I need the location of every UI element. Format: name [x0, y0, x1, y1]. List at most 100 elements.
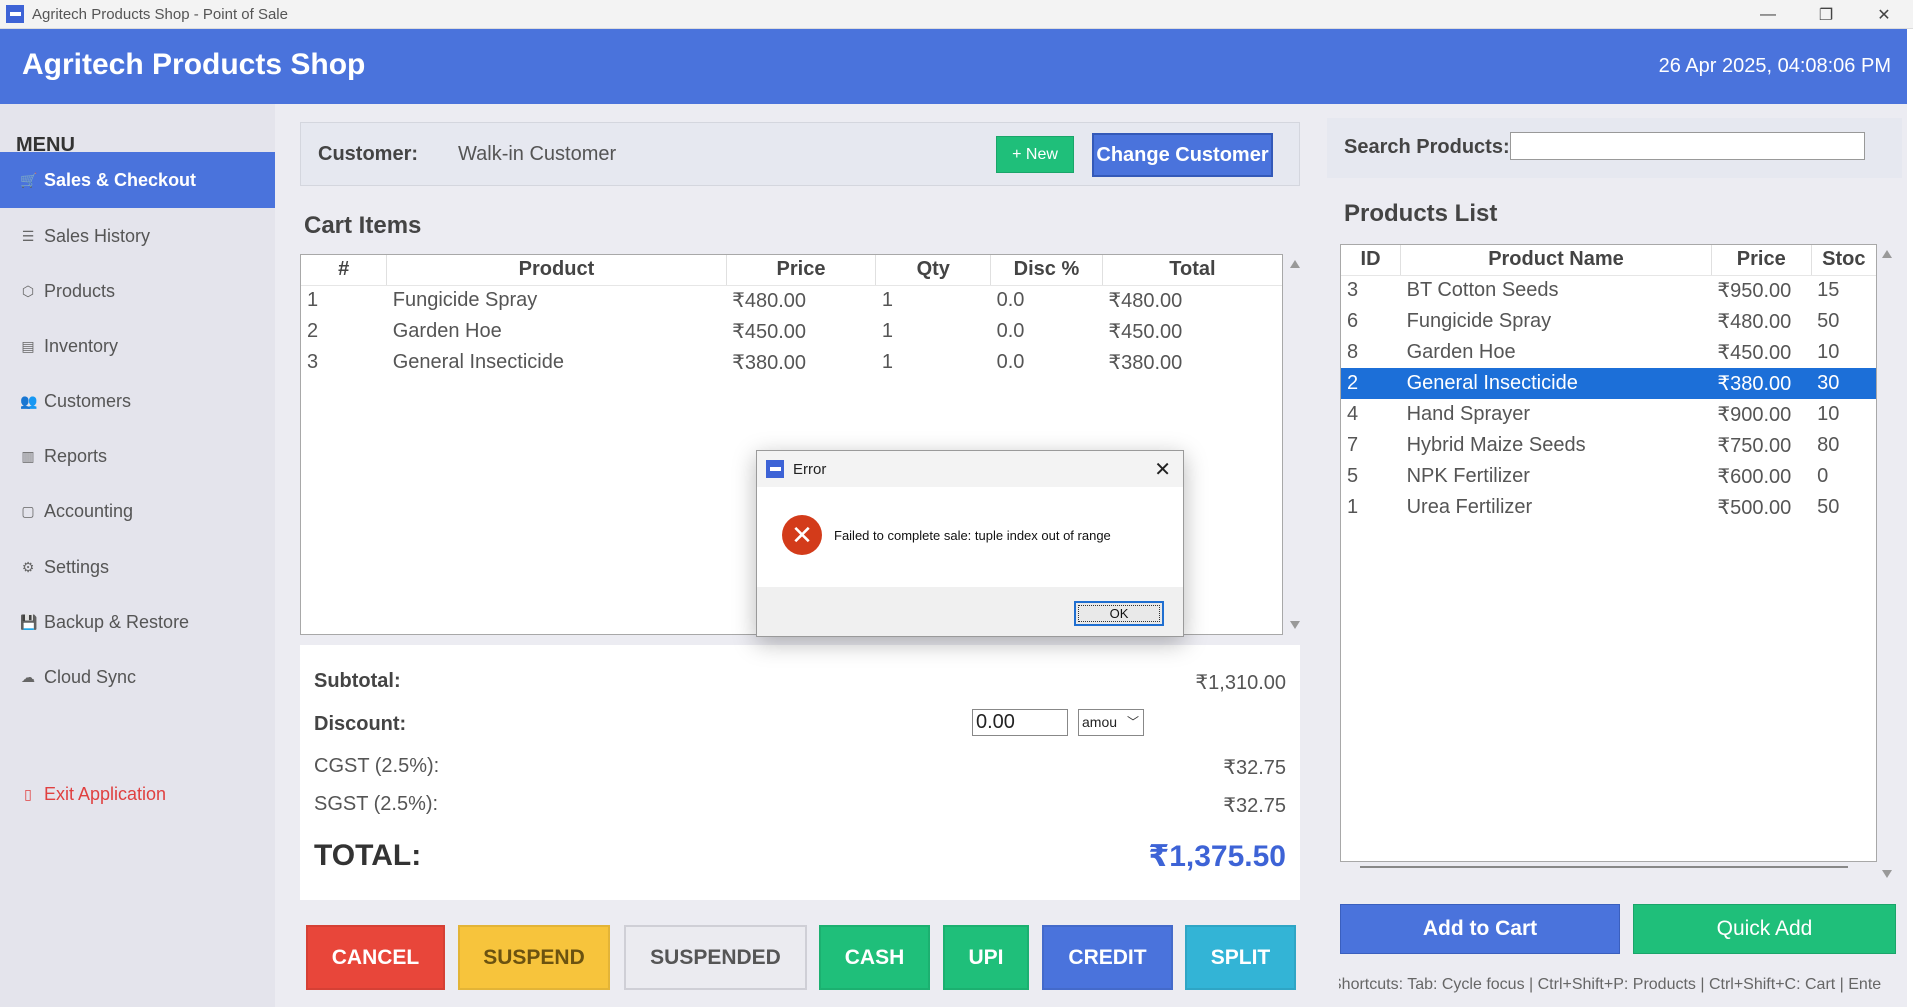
table-cell: ₹480.00	[1108, 290, 1183, 313]
cancel-button[interactable]: CANCEL	[306, 925, 445, 990]
sidebar-item-customers[interactable]: 👥 Customers	[0, 373, 275, 429]
table-cell: ₹380.00	[1108, 352, 1183, 374]
column-header[interactable]: Price	[1711, 245, 1812, 276]
column-header[interactable]: Price	[726, 255, 877, 286]
table-row[interactable]: 2 Garden Hoe ₹450.00 1 0.0 ₹450.00	[301, 316, 1282, 347]
sidebar-item-cloud-sync[interactable]: ☁ Cloud Sync	[0, 649, 275, 705]
table-cell: 4	[1347, 403, 1359, 425]
gear-icon: ⚙	[21, 558, 35, 575]
table-row[interactable]: 1 Fungicide Spray ₹480.00 1 0.0 ₹480.00	[301, 285, 1282, 316]
column-header[interactable]: Product	[386, 255, 727, 286]
table-row[interactable]: 3 BT Cotton Seeds ₹950.00 15	[1341, 275, 1876, 306]
package-icon: ⬡	[21, 282, 35, 299]
column-header[interactable]: #	[301, 255, 388, 286]
sidebar-item-inventory[interactable]: ▤ Inventory	[0, 318, 275, 374]
sidebar-item-backup-restore[interactable]: 💾 Backup & Restore	[0, 594, 275, 650]
scroll-down-icon[interactable]	[1882, 870, 1892, 878]
table-row[interactable]: 7 Hybrid Maize Seeds ₹750.00 80	[1341, 430, 1876, 461]
table-row[interactable]: 6 Fungicide Spray ₹480.00 50	[1341, 306, 1876, 337]
change-customer-button[interactable]: Change Customer	[1092, 133, 1273, 177]
table-cell: 50	[1817, 310, 1840, 332]
discount-input[interactable]: 0.00	[972, 709, 1068, 736]
table-cell: 3	[1347, 279, 1359, 302]
cart-scrollbar[interactable]	[1287, 254, 1302, 635]
sidebar-item-label: Inventory	[44, 335, 119, 356]
table-row[interactable]: 4 Hand Sprayer ₹900.00 10	[1341, 399, 1876, 430]
close-icon[interactable]: ✕	[1154, 457, 1171, 482]
scroll-down-icon[interactable]	[1290, 621, 1300, 629]
maximize-button[interactable]: ❐	[1797, 0, 1855, 29]
users-icon: 👥	[20, 392, 38, 409]
table-cell: 0.0	[996, 351, 1025, 373]
cloud-icon: ☁	[21, 668, 35, 685]
sidebar-item-sales-checkout[interactable]: 🛒 Sales & Checkout	[0, 152, 275, 208]
table-cell: 2	[1341, 368, 1401, 399]
cash-button[interactable]: CASH	[819, 925, 930, 990]
scroll-up-icon[interactable]	[1290, 260, 1300, 268]
column-header[interactable]: Qty	[875, 255, 992, 286]
chart-icon: ▥	[21, 447, 35, 464]
error-message: Failed to complete sale: tuple index out…	[834, 528, 1111, 543]
table-cell: 3	[307, 351, 319, 373]
dialog-footer: OK	[757, 587, 1183, 636]
table-cell: Fungicide Spray	[392, 289, 538, 312]
table-row[interactable]: 5 NPK Fertilizer ₹600.00 0	[1341, 461, 1876, 492]
receipt-icon: ☰	[21, 227, 35, 244]
table-cell: BT Cotton Seeds	[1406, 279, 1559, 302]
quick-add-button[interactable]: Quick Add	[1633, 904, 1896, 954]
table-cell: 30	[1811, 368, 1876, 399]
suspended-button[interactable]: SUSPENDED	[624, 925, 807, 990]
cart-icon: 🛒	[20, 171, 38, 188]
sidebar-item-label: Cloud Sync	[44, 666, 137, 687]
table-cell: NPK Fertilizer	[1406, 465, 1530, 487]
credit-button[interactable]: CREDIT	[1042, 925, 1173, 990]
minimize-button[interactable]: —	[1739, 0, 1797, 29]
scroll-up-icon[interactable]	[1882, 250, 1892, 258]
products-table[interactable]: ID Product Name Price Stoc 3 BT Cotton S…	[1340, 244, 1877, 862]
column-header[interactable]: Stoc	[1811, 245, 1876, 276]
window-titlebar: Agritech Products Shop - Point of Sale —…	[0, 0, 1913, 29]
total-label: TOTAL:	[314, 839, 422, 872]
search-input[interactable]	[1510, 132, 1865, 160]
shop-title: Agritech Products Shop	[22, 48, 366, 81]
sidebar-item-settings[interactable]: ⚙ Settings	[0, 539, 275, 595]
table-row[interactable]: 3 General Insecticide ₹380.00 1 0.0 ₹380…	[301, 347, 1282, 378]
split-button[interactable]: SPLIT	[1185, 925, 1296, 990]
table-cell: 8	[1347, 341, 1359, 363]
products-scrollbar[interactable]	[1879, 244, 1897, 884]
sidebar-item-sales-history[interactable]: ☰ Sales History	[0, 208, 275, 264]
chevron-down-icon: ﹀	[1126, 715, 1139, 729]
total-value: ₹1,375.50	[1148, 840, 1286, 873]
sidebar-item-products[interactable]: ⬡ Products	[0, 263, 275, 319]
products-list-title: Products List	[1344, 200, 1498, 227]
table-cell: ₹450.00	[732, 321, 807, 343]
new-customer-button[interactable]: + New	[996, 136, 1074, 173]
dialog-titlebar: Error ✕	[757, 451, 1183, 487]
column-header[interactable]: Disc %	[990, 255, 1103, 286]
close-button[interactable]: ✕	[1855, 0, 1913, 29]
column-header[interactable]: ID	[1341, 245, 1402, 276]
table-row[interactable]: 8 Garden Hoe ₹450.00 10	[1341, 337, 1876, 368]
table-cell: ₹900.00	[1717, 404, 1792, 426]
upi-button[interactable]: UPI	[943, 925, 1029, 990]
table-cell: 0	[1817, 465, 1829, 487]
suspend-button[interactable]: SUSPEND	[458, 925, 610, 990]
table-cell: 2	[307, 320, 319, 342]
customer-bar: Customer: Walk-in Customer + New Change …	[300, 122, 1300, 186]
table-row[interactable]: 1 Urea Fertilizer ₹500.00 50	[1341, 492, 1876, 523]
column-header[interactable]: Total	[1102, 255, 1282, 286]
column-header[interactable]: Product Name	[1400, 245, 1712, 276]
discount-type-select[interactable]: amou ﹀	[1078, 709, 1144, 736]
search-label: Search Products:	[1344, 136, 1510, 158]
sidebar-item-reports[interactable]: ▥ Reports	[0, 428, 275, 484]
table-row-selected[interactable]: 2 General Insecticide ₹380.00 30	[1341, 368, 1876, 399]
sidebar-item-accounting[interactable]: ▢ Accounting	[0, 483, 275, 539]
subtotal-label: Subtotal:	[314, 670, 401, 692]
app-icon	[6, 5, 24, 23]
ok-button[interactable]: OK	[1074, 601, 1164, 626]
exit-label: Exit Application	[44, 783, 167, 804]
exit-application-button[interactable]: ▯ Exit Application	[0, 766, 275, 822]
horizontal-scrollbar[interactable]	[1360, 866, 1848, 868]
add-to-cart-button[interactable]: Add to Cart	[1340, 904, 1620, 954]
table-cell: Hand Sprayer	[1406, 403, 1531, 425]
